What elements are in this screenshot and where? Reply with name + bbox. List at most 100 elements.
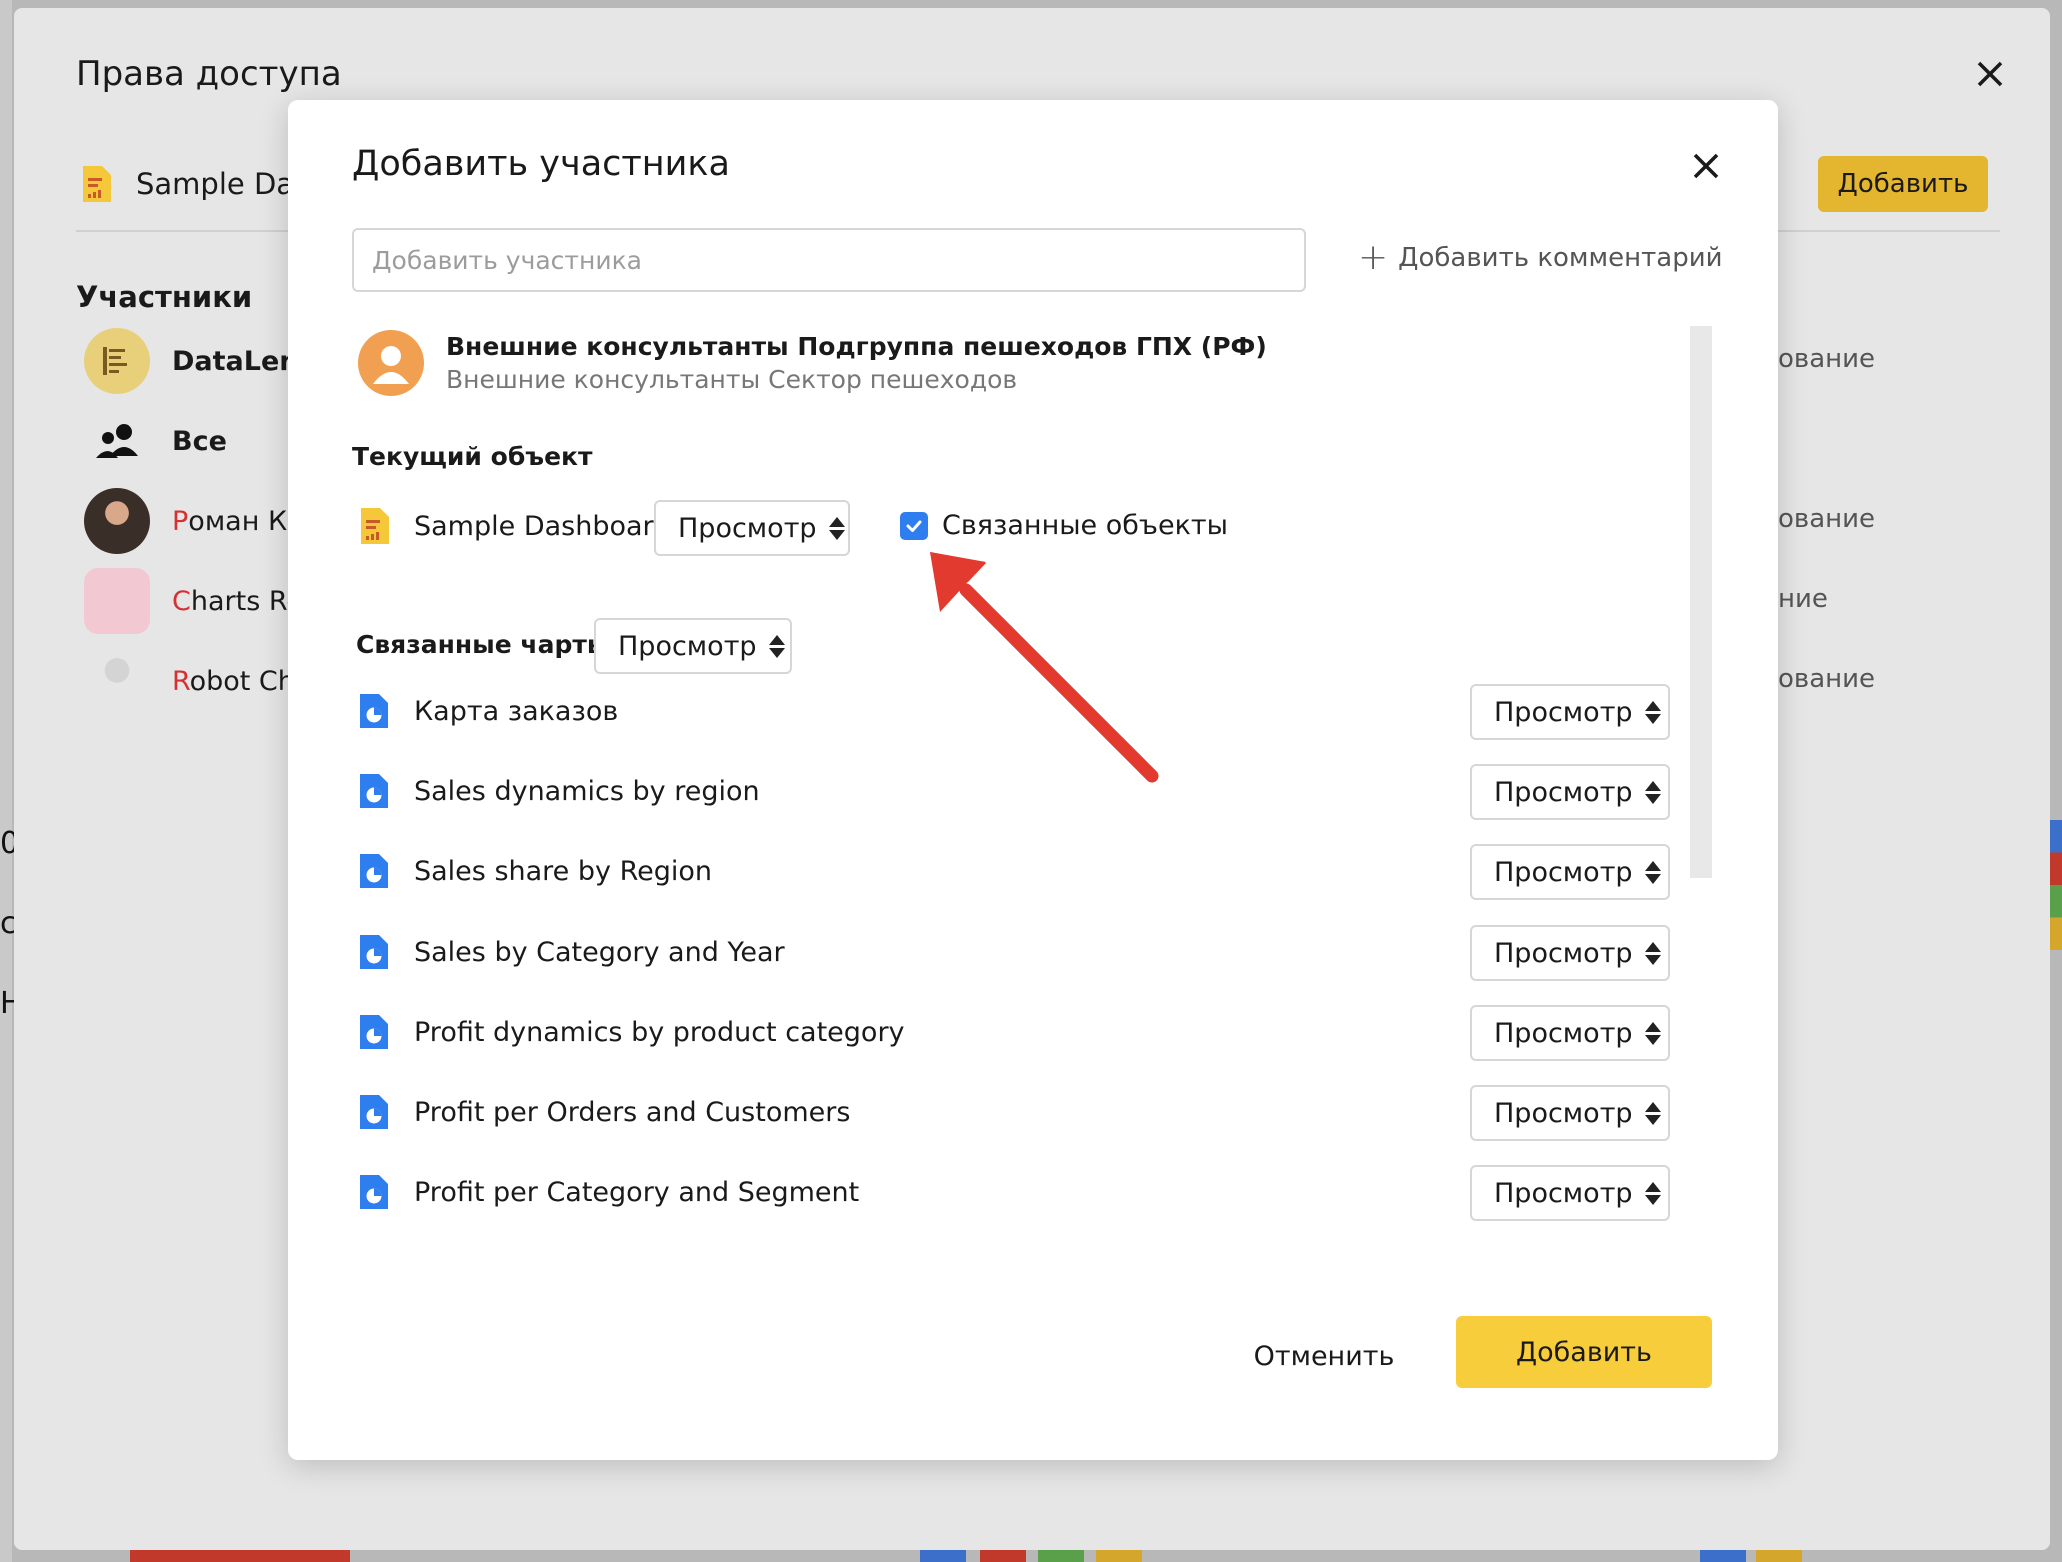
close-icon[interactable]: [1970, 54, 2010, 94]
user-info: Внешние консультанты Подгруппа пешеходов…: [446, 332, 1267, 394]
sort-arrows-icon: [1644, 860, 1661, 884]
chart-name: Sales by Category and Year: [414, 936, 785, 968]
current-object-row: Sample Dashboard: [358, 506, 670, 546]
background-bar: [130, 1550, 350, 1562]
current-object-heading: Текущий объект: [352, 442, 593, 471]
permission-value: Просмотр: [1494, 1097, 1633, 1129]
chart-permission-select[interactable]: Просмотр: [1470, 844, 1670, 900]
member-role: ние: [1778, 584, 1828, 614]
permission-value: Просмотр: [1494, 1177, 1633, 1209]
current-object-name: Sample Dashboard: [414, 510, 671, 542]
related-charts-permission-select[interactable]: Просмотр: [594, 618, 792, 674]
chart-permission-select[interactable]: Просмотр: [1470, 1165, 1670, 1221]
chart-permission-select[interactable]: Просмотр: [1470, 925, 1670, 981]
background-bar: [1096, 1550, 1142, 1562]
datalens-icon: [103, 347, 127, 375]
chart-name: Profit per Orders and Customers: [414, 1096, 851, 1128]
sort-arrows-icon: [1644, 700, 1661, 724]
chart-row: Profit dynamics by product category: [358, 1013, 905, 1051]
user-subtitle: Внешние консультанты Сектор пешеходов: [446, 365, 1018, 394]
add-comment-label: Добавить комментарий: [1398, 243, 1723, 273]
user-avatar: [358, 330, 424, 396]
members-heading: Участники: [76, 280, 253, 314]
member-row[interactable]: Роман Ко: [84, 488, 304, 554]
permission-select[interactable]: Просмотр: [654, 500, 850, 556]
sort-arrows-icon: [1644, 941, 1661, 965]
add-comment-link[interactable]: + Добавить комментарий: [1358, 240, 1723, 276]
chart-icon: [360, 854, 388, 888]
dialog-title: Права доступа: [76, 54, 342, 94]
checkbox-label: Связанные объекты: [942, 510, 1228, 541]
sort-arrows-icon: [768, 634, 785, 658]
group-icon: [96, 424, 138, 458]
chart-row: Profit per Orders and Customers: [358, 1093, 850, 1131]
chart-icon: [360, 1095, 388, 1129]
selected-user: Внешние консультанты Подгруппа пешеходов…: [358, 330, 1267, 396]
document-name: Sample Das: [136, 167, 310, 201]
user-placeholder-avatar: [84, 648, 150, 714]
permission-value: Просмотр: [1494, 856, 1633, 888]
close-icon[interactable]: [1686, 146, 1726, 186]
member-row[interactable]: Все: [84, 408, 227, 474]
chart-name: Sales share by Region: [414, 855, 713, 887]
permission-value: Просмотр: [1494, 776, 1633, 808]
member-row[interactable]: Charts Ro: [84, 568, 303, 634]
member-name: Все: [172, 425, 227, 457]
background-right-bars: [2048, 820, 2062, 950]
background-left-edge: [0, 0, 12, 1562]
checkbox-checked-icon: [900, 511, 928, 540]
chart-row: Sales by Category and Year: [358, 933, 785, 971]
chart-permission-select[interactable]: Просмотр: [1470, 764, 1670, 820]
member-row[interactable]: Robot Cha: [84, 648, 311, 714]
member-role: ование: [1778, 344, 1876, 374]
chart-row: Sales dynamics by region: [358, 772, 760, 810]
sort-arrows-icon: [1644, 1021, 1661, 1045]
sort-arrows-icon: [1644, 780, 1661, 804]
user-name: Внешние консультанты Подгруппа пешеходов…: [446, 332, 1267, 361]
chart-icon: [360, 1175, 388, 1209]
cancel-button[interactable]: Отменить: [1218, 1320, 1430, 1392]
sort-arrows-icon: [1644, 1101, 1661, 1125]
modal-title: Добавить участника: [352, 144, 730, 184]
member-row[interactable]: DataLens: [84, 328, 315, 394]
background-bar: [920, 1550, 966, 1562]
document-header: Sample Das: [80, 164, 309, 204]
chart-icon: [360, 694, 388, 728]
background-bar: [980, 1550, 1026, 1562]
chart-permission-select[interactable]: Просмотр: [1470, 684, 1670, 740]
chart-row: Profit per Category and Segment: [358, 1173, 859, 1211]
add-member-button[interactable]: Добавить: [1818, 156, 1988, 212]
datalens-avatar: [84, 328, 150, 394]
permission-value: Просмотр: [1494, 937, 1633, 969]
sort-arrows-icon: [1644, 1181, 1661, 1205]
permission-value: Просмотр: [1494, 1017, 1633, 1049]
chart-row: Карта заказов: [358, 692, 618, 730]
scrollbar[interactable]: [1690, 326, 1712, 878]
add-member-modal: Добавить участника + Добавить комментари…: [288, 100, 1778, 1460]
chart-permission-select[interactable]: Просмотр: [1470, 1005, 1670, 1061]
chart-icon: [360, 1015, 388, 1049]
add-button[interactable]: Добавить: [1456, 1316, 1712, 1388]
robot-avatar: [84, 568, 150, 634]
chart-name: Карта заказов: [414, 695, 619, 727]
chart-name: Profit dynamics by product category: [414, 1016, 905, 1048]
dashboard-icon: [83, 166, 111, 202]
plus-icon: +: [1358, 237, 1389, 278]
chart-icon: [360, 774, 388, 808]
member-name: Роман Ко: [172, 505, 304, 537]
member-search-input[interactable]: [352, 228, 1306, 292]
related-objects-checkbox[interactable]: Связанные объекты: [900, 510, 1228, 541]
member-role: ование: [1778, 504, 1876, 534]
background-bar: [1038, 1550, 1084, 1562]
chart-name: Profit per Category and Segment: [414, 1176, 860, 1208]
chart-name: Sales dynamics by region: [414, 775, 760, 807]
chart-row: Sales share by Region: [358, 852, 712, 890]
avatar: [84, 488, 150, 554]
background-bar: [1756, 1550, 1802, 1562]
user-silhouette-icon: [373, 346, 409, 384]
sort-arrows-icon: [828, 516, 845, 540]
related-charts-heading: Связанные чарты: [356, 630, 610, 659]
chart-permission-select[interactable]: Просмотр: [1470, 1085, 1670, 1141]
permission-value: Просмотр: [1494, 696, 1633, 728]
permission-value: Просмотр: [678, 512, 817, 544]
